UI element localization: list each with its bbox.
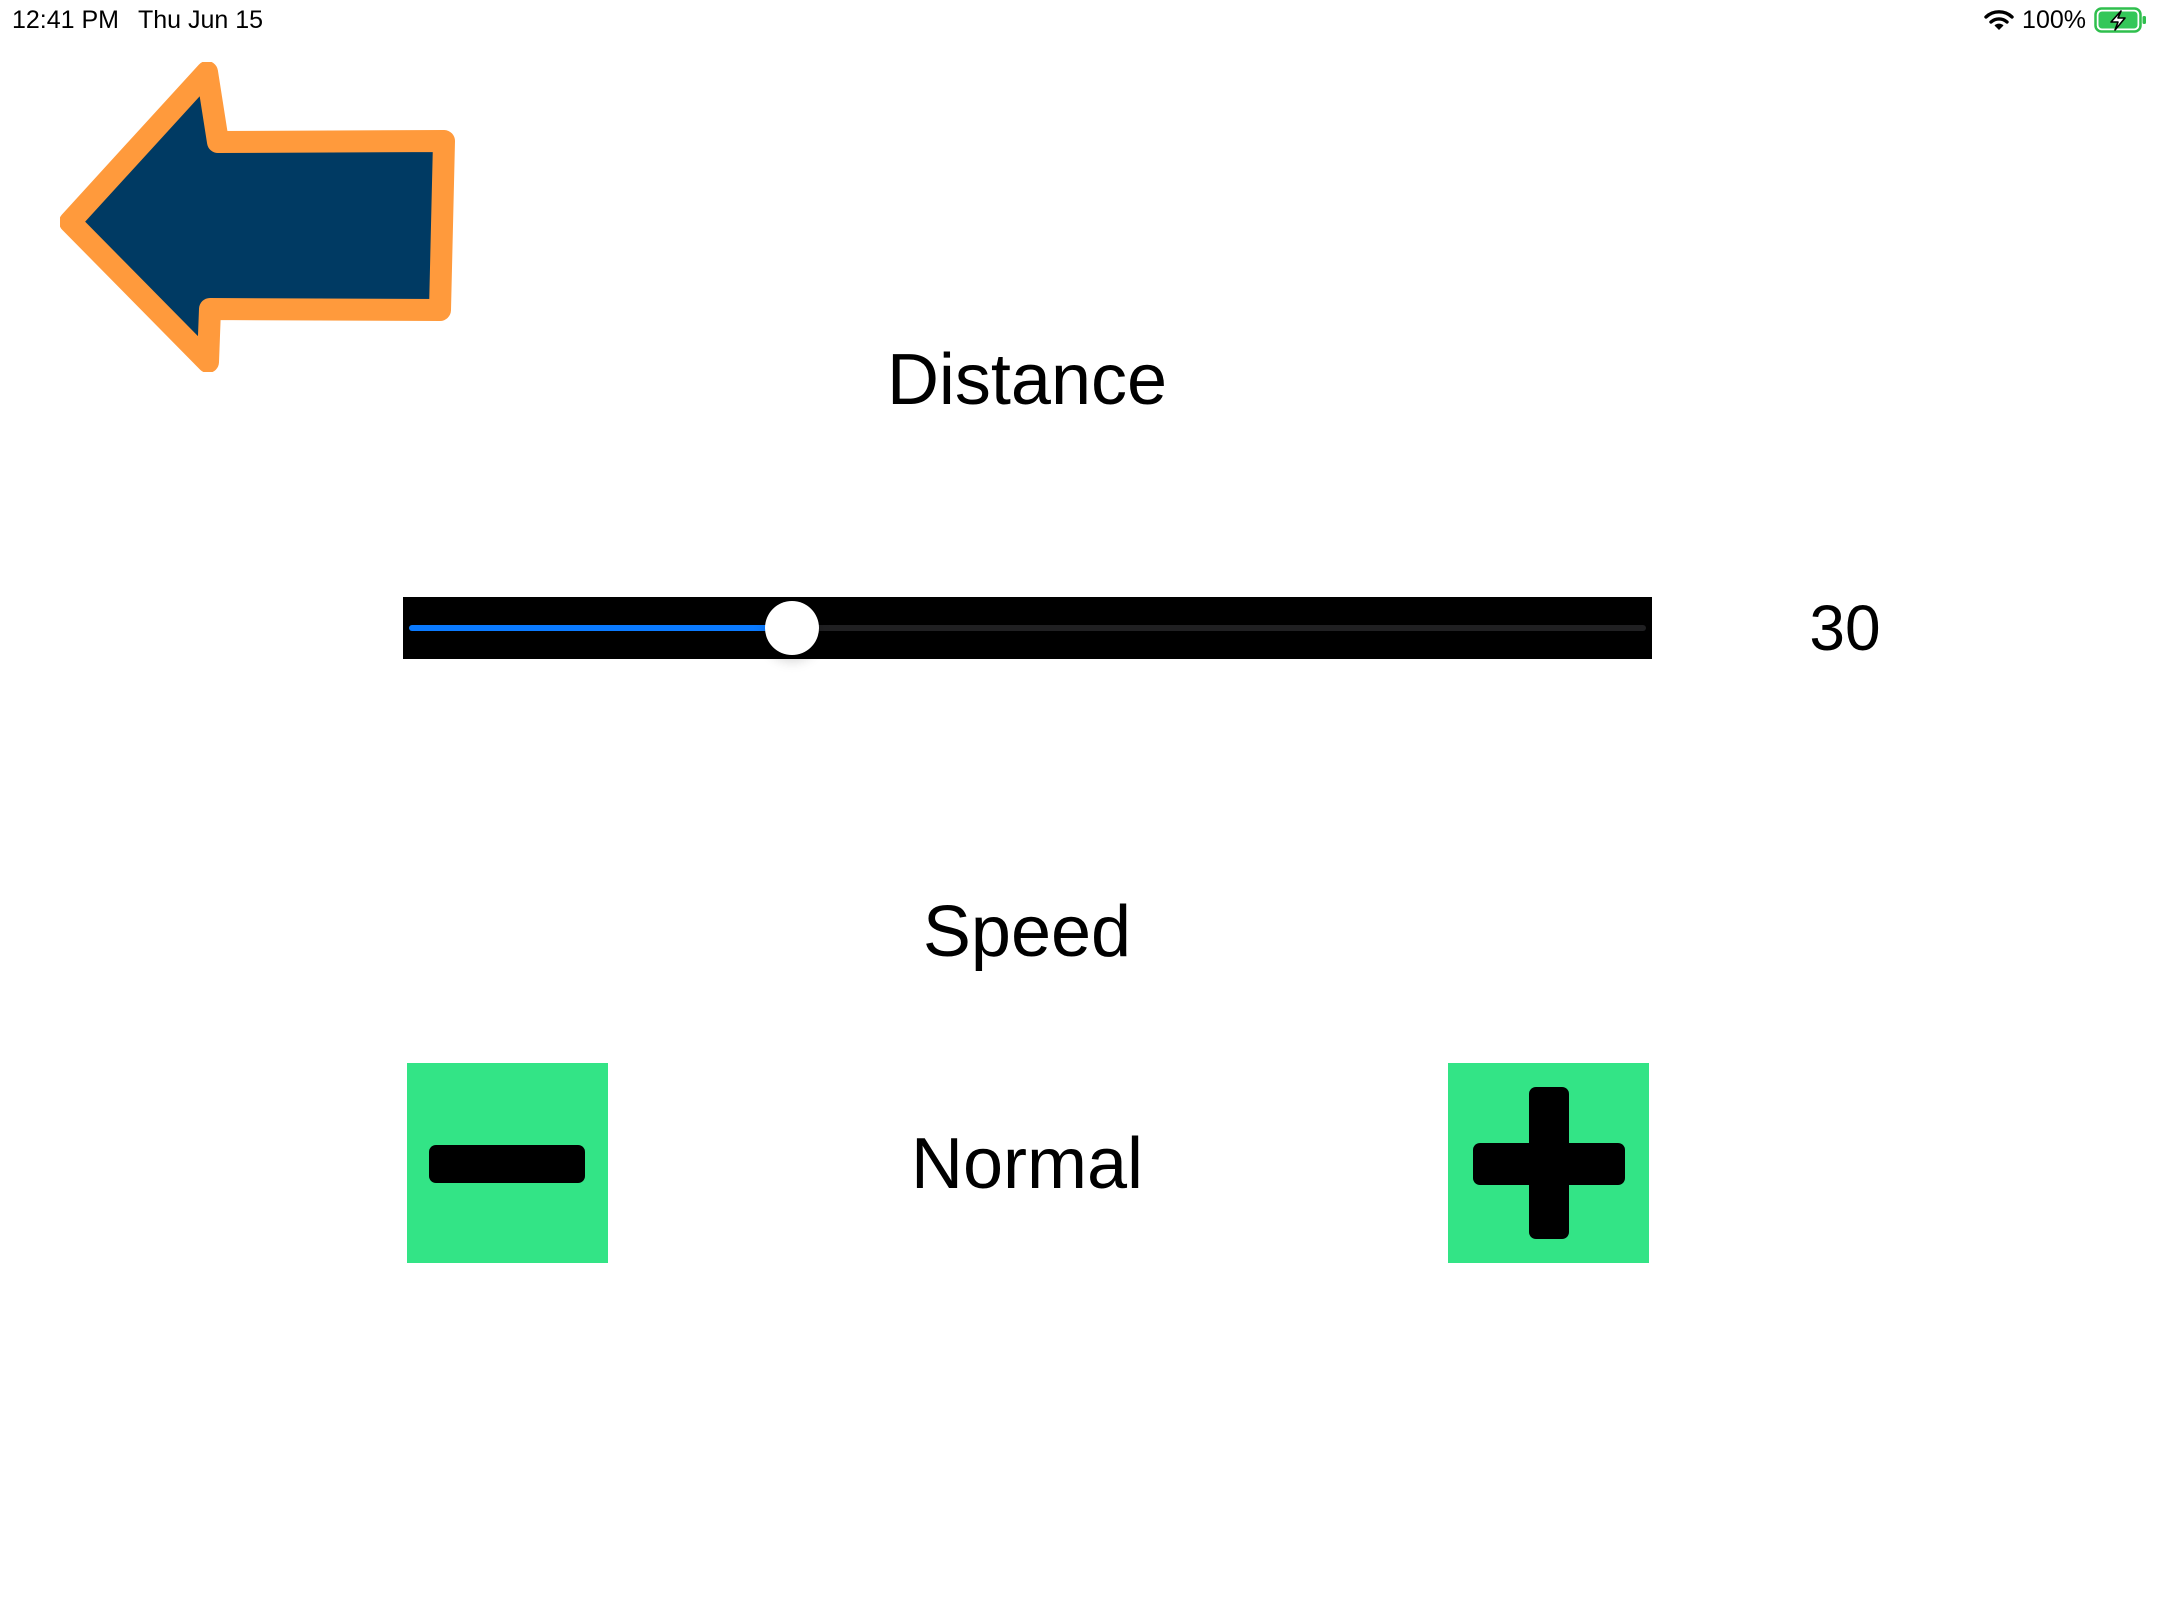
increase-speed-button[interactable] <box>1448 1063 1649 1263</box>
distance-value: 30 <box>1809 592 1881 664</box>
distance-slider[interactable] <box>403 597 1652 659</box>
status-date: Thu Jun 15 <box>138 6 264 34</box>
battery-percent: 100% <box>2022 5 2086 34</box>
slider-fill <box>409 625 793 631</box>
slider-thumb[interactable] <box>765 601 820 655</box>
speed-value: Normal <box>910 1124 1144 1204</box>
status-time: 12:41 PM <box>12 6 120 34</box>
screen: 12:41 PM Thu Jun 15 100% Distance 30 Spe… <box>0 0 2160 1620</box>
status-indicators: 100% <box>1984 4 2148 36</box>
distance-title: Distance <box>886 340 1168 420</box>
wifi-icon <box>1984 8 2014 32</box>
back-button[interactable] <box>60 62 460 372</box>
speed-title: Speed <box>922 892 1132 972</box>
battery-charging-icon <box>2094 7 2148 33</box>
slider-track <box>409 625 1646 631</box>
back-arrow-icon <box>60 62 455 372</box>
plus-icon <box>1473 1087 1625 1239</box>
